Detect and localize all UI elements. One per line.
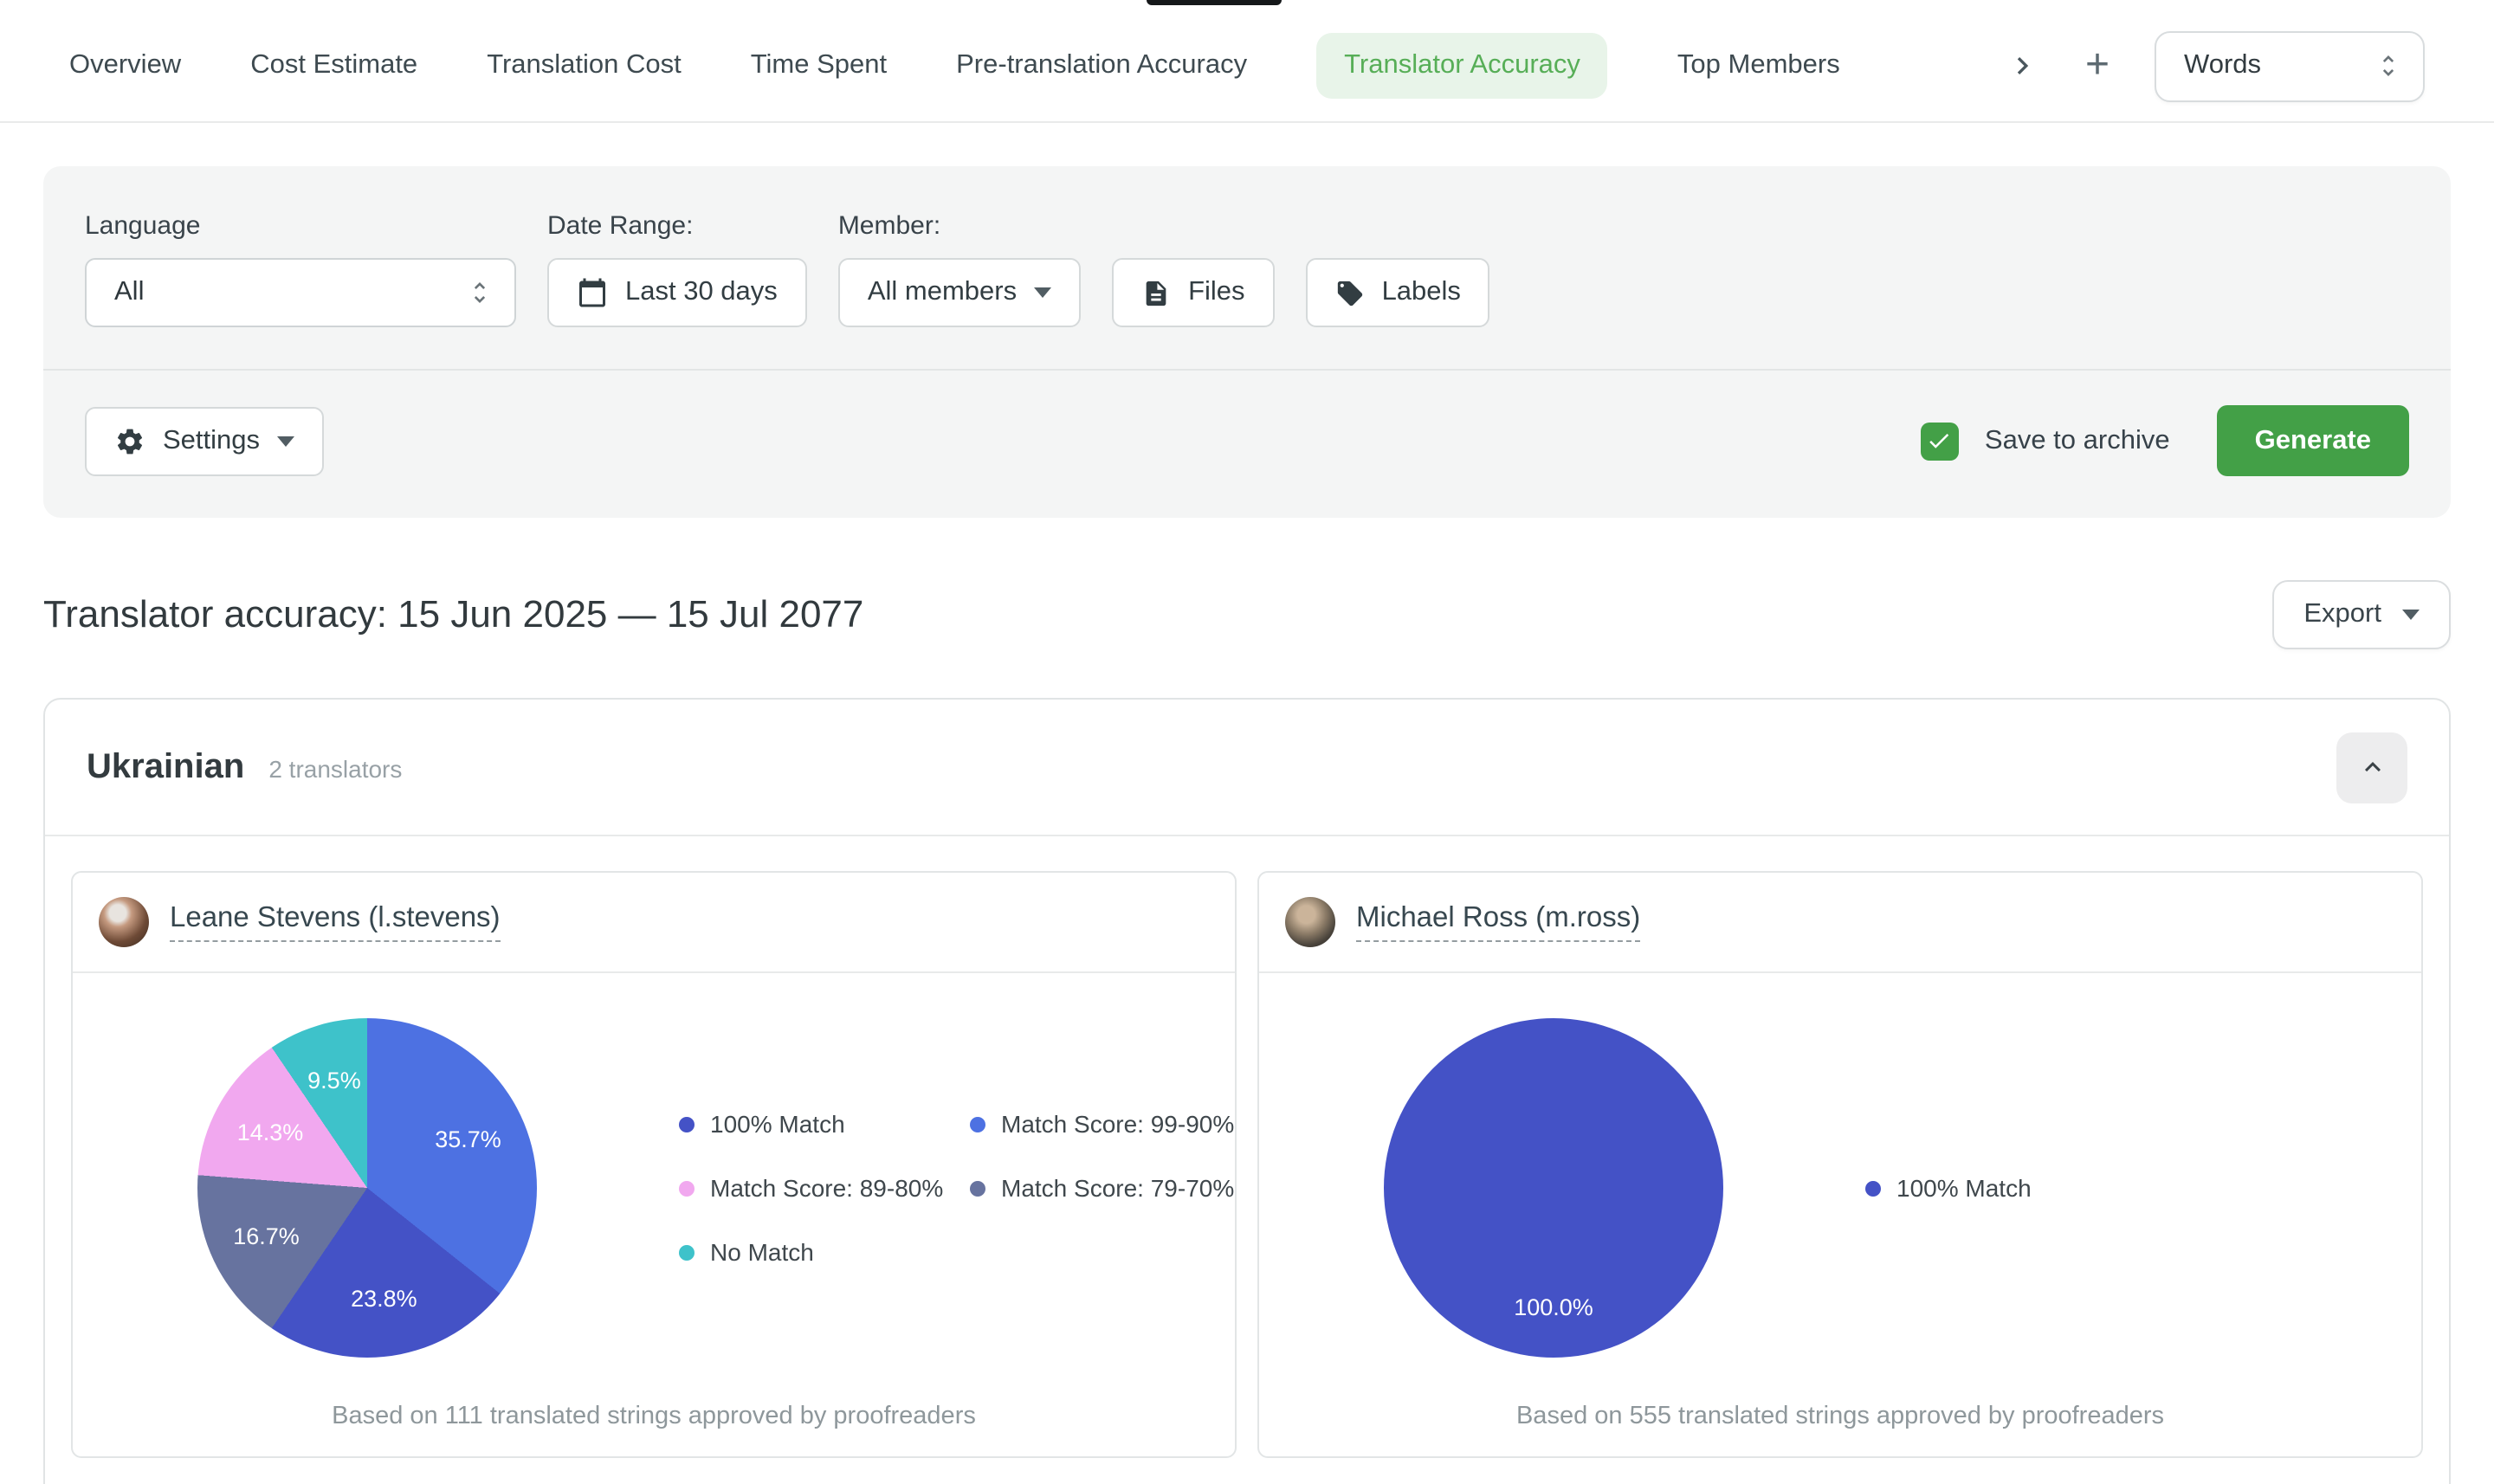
pie-chart: 35.7% 23.8% 16.7% 14.3%9.5% (197, 1018, 537, 1358)
tabs-right-controls: + Words (2006, 30, 2425, 101)
tab-translator-accuracy[interactable]: Translator Accuracy (1316, 33, 1608, 99)
member-select-value: All members (868, 277, 1017, 308)
export-label: Export (2303, 599, 2381, 630)
caret-down-icon (1034, 287, 1051, 298)
legend-dot (970, 1116, 985, 1132)
tag-icon (1335, 278, 1365, 307)
generate-button[interactable]: Generate (2217, 405, 2409, 476)
pie-slice-label: 9.5% (307, 1068, 361, 1094)
check-icon (1927, 428, 1953, 454)
date-range-button[interactable]: Last 30 days (547, 258, 807, 327)
legend-item: 100% Match (1865, 1174, 2156, 1202)
tab-time-spent[interactable]: Time Spent (751, 33, 887, 99)
add-report-button[interactable]: + (2085, 45, 2110, 87)
save-to-archive-label: Save to archive (1985, 425, 2170, 456)
legend-dot (1865, 1180, 1881, 1196)
legend-item: Match Score: 89-80% (679, 1174, 970, 1202)
legend-item: Match Score: 99-90% (970, 1110, 1234, 1138)
avatar (1285, 897, 1335, 947)
tab-translation-cost[interactable]: Translation Cost (487, 33, 682, 99)
pie-legend: 100% Match Match Score: 99-90% Match Score… (679, 1110, 1234, 1266)
legend-label: 100% Match (1896, 1174, 2032, 1202)
files-filter-button[interactable]: Files (1112, 258, 1274, 327)
caret-down-icon (2402, 610, 2420, 620)
report-tabs: Overview Cost Estimate Translation Cost Tim… (0, 0, 2494, 123)
chart-footnote: Based on 555 translated strings approved… (1259, 1403, 2421, 1456)
pie-slice-label: 100.0% (1514, 1294, 1593, 1319)
pie-slice-label: 16.7% (233, 1223, 300, 1249)
avatar (99, 897, 149, 947)
legend-label: 100% Match (710, 1110, 845, 1138)
legend-dot (970, 1180, 985, 1196)
translator-name[interactable]: Michael Ross (m.ross) (1356, 902, 1640, 942)
pie-slice-label: 14.3% (237, 1119, 304, 1145)
chevron-up-icon (2356, 752, 2387, 783)
file-icon (1141, 278, 1171, 307)
collapse-section-button[interactable] (2336, 732, 2407, 803)
tab-cost-estimate[interactable]: Cost Estimate (250, 33, 417, 99)
tab-list: Overview Cost Estimate Translation Cost Tim… (69, 33, 1840, 99)
member-select-button[interactable]: All members (838, 258, 1081, 327)
unfold-arrows-icon (466, 279, 494, 306)
files-filter-label: Files (1188, 277, 1244, 308)
page: Overview Cost Estimate Translation Cost Tim… (0, 0, 2494, 1484)
labels-filter-label: Labels (1382, 277, 1461, 308)
member-label: Member: (838, 211, 1081, 241)
legend-label: No Match (710, 1238, 814, 1266)
date-range-label: Date Range: (547, 211, 807, 241)
translators-count: 2 translators (268, 754, 402, 782)
pie-slice-label: 35.7% (435, 1126, 501, 1152)
calendar-icon (577, 277, 608, 308)
legend-label: Match Score: 89-80% (710, 1174, 943, 1202)
caret-down-icon (277, 436, 294, 446)
gear-icon (114, 425, 145, 456)
legend-dot (679, 1116, 695, 1132)
tab-pre-translation-accuracy[interactable]: Pre-translation Accuracy (956, 33, 1247, 99)
labels-filter-button[interactable]: Labels (1306, 258, 1490, 327)
legend-item: No Match (679, 1238, 970, 1266)
filter-panel: Language All Date Range: Last 30 days Me… (43, 166, 2451, 518)
legend-dot (679, 1180, 695, 1196)
tab-top-members[interactable]: Top Members (1677, 33, 1840, 99)
language-label: Language (85, 211, 516, 241)
legend-label: Match Score: 99-90% (1001, 1110, 1234, 1138)
pie-slice-label: 23.8% (351, 1286, 417, 1312)
tab-overview[interactable]: Overview (69, 33, 181, 99)
unit-select[interactable]: Words (2155, 30, 2425, 101)
translator-card: Leane Stevens (l.stevens) 35.7% 23.8% 16.7… (71, 871, 1237, 1458)
chart-footnote: Based on 111 translated strings approved… (73, 1403, 1235, 1456)
save-to-archive-checkbox[interactable] (1921, 422, 1959, 460)
report-title: Translator accuracy: 15 Jun 2025 — 15 Ju… (43, 592, 863, 637)
tabs-overflow-chevron-right-icon[interactable] (2006, 48, 2040, 83)
translator-cards: Leane Stevens (l.stevens) 35.7% 23.8% 16.7… (45, 836, 2449, 1484)
language-section: Ukrainian 2 translators Leane Stevens (l… (43, 698, 2451, 1484)
translator-card: Michael Ross (m.ross) 100.0% 100% Match … (1257, 871, 2423, 1458)
unfold-arrows-icon (2374, 52, 2402, 80)
legend-item: 100% Match (679, 1110, 970, 1138)
legend-item: Match Score: 79-70% (970, 1174, 1234, 1202)
legend-dot (679, 1244, 695, 1260)
pie-legend: 100% Match (1865, 1174, 2156, 1202)
pie-chart: 100.0% (1384, 1018, 1723, 1358)
plus-icon: + (2085, 45, 2110, 87)
filter-panel-divider (43, 369, 2451, 371)
date-range-value: Last 30 days (625, 277, 778, 308)
language-section-title: Ukrainian (87, 747, 244, 787)
language-select[interactable]: All (85, 258, 516, 327)
language-select-value: All (114, 277, 144, 308)
top-notch-bar (1147, 0, 1282, 5)
legend-label: Match Score: 79-70% (1001, 1174, 1234, 1202)
settings-label: Settings (163, 425, 260, 456)
unit-select-value: Words (2184, 50, 2261, 81)
export-button[interactable]: Export (2272, 580, 2451, 649)
translator-name[interactable]: Leane Stevens (l.stevens) (170, 902, 501, 942)
settings-button[interactable]: Settings (85, 406, 324, 475)
